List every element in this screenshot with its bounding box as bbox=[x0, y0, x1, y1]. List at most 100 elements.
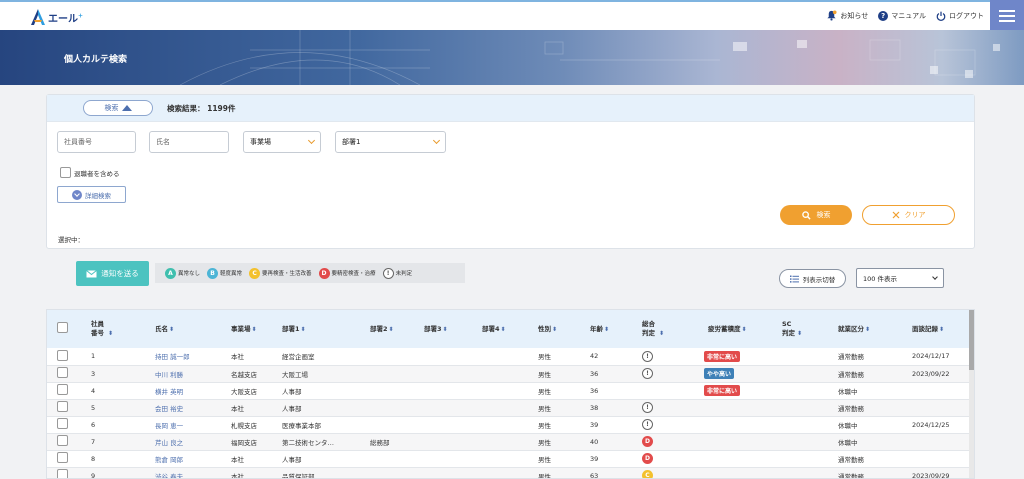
col-name[interactable]: 氏名⬍ bbox=[141, 310, 215, 348]
cell-fatigue: 非常に高い bbox=[700, 382, 782, 400]
include-retired-option[interactable]: 退職者を含める bbox=[60, 167, 120, 178]
employee-name-link[interactable]: 会田 裕史 bbox=[155, 405, 183, 413]
table-row[interactable]: 7 芹山 良之 福岡支店 第二技術センタ… 総務部 男性 40 D 休職中 bbox=[47, 433, 971, 451]
cell-dept1: 人事部 bbox=[278, 399, 366, 417]
col-dept2[interactable]: 部署2⬍ bbox=[366, 310, 424, 348]
search-toggle-button[interactable]: 検索 bbox=[83, 100, 153, 116]
grade-a-icon: A bbox=[165, 267, 176, 279]
cell-gender: 男性 bbox=[538, 416, 590, 434]
selected-label: 選択中： bbox=[58, 236, 84, 244]
dept1-select[interactable]: 部署1 bbox=[335, 131, 446, 153]
send-notification-button[interactable]: 通知を送る bbox=[76, 261, 149, 286]
row-checkbox[interactable] bbox=[56, 384, 68, 395]
hamburger-menu-button[interactable] bbox=[990, 0, 1024, 32]
per-page-value: 100 件表示 bbox=[863, 275, 897, 283]
table-row[interactable]: 3 中川 利勝 名越支店 大阪工場 男性 36! やや高い 通常勤務 2023/09/22 bbox=[47, 365, 971, 383]
mail-icon bbox=[86, 269, 98, 277]
col-overall[interactable]: 総合判定 ⬍ bbox=[642, 310, 700, 348]
employee-name-link[interactable]: 横井 英明 bbox=[155, 388, 183, 396]
select-all-checkbox[interactable] bbox=[56, 322, 68, 334]
logout-link[interactable]: ログアウト bbox=[936, 11, 984, 21]
col-workplace[interactable]: 事業場⬍ bbox=[215, 310, 278, 348]
table-row[interactable]: 8 熊倉 岡郎 本社 人事部 男性 39 D 通常勤務 bbox=[47, 450, 971, 468]
row-checkbox[interactable] bbox=[56, 349, 68, 361]
cell-emp-no: 7 bbox=[77, 433, 141, 451]
cell-sc bbox=[782, 433, 832, 451]
cell-emp-no: 5 bbox=[77, 399, 141, 417]
col-dept1[interactable]: 部署1⬍ bbox=[278, 310, 366, 348]
cell-sc bbox=[782, 416, 832, 434]
col-work-status[interactable]: 就業区分⬍ bbox=[832, 310, 912, 348]
employee-no-input[interactable]: 社員番号 bbox=[57, 131, 136, 153]
cell-workplace: 大阪支店 bbox=[215, 382, 278, 400]
employee-name-link[interactable]: 長岡 恵一 bbox=[155, 422, 183, 430]
cell-emp-no: 4 bbox=[77, 382, 141, 400]
scrollbar-thumb[interactable] bbox=[969, 310, 974, 370]
col-gender[interactable]: 性別⬍ bbox=[538, 310, 590, 348]
detail-search-button[interactable]: 詳細検索 bbox=[57, 186, 126, 203]
row-checkbox[interactable] bbox=[56, 469, 68, 478]
table-row[interactable]: 6 長岡 恵一 札幌支店 医療事業本部 男性 39! 休職中 2024/12/25 bbox=[47, 416, 971, 434]
employee-name-link[interactable]: 芹山 良之 bbox=[155, 439, 183, 447]
sort-icon: ⬍ bbox=[741, 325, 747, 333]
col-dept3[interactable]: 部署3⬍ bbox=[424, 310, 482, 348]
col-emp-no[interactable]: 社員番号 ⬍ bbox=[77, 310, 141, 348]
grade-d-icon: D bbox=[318, 267, 330, 279]
hamburger-line bbox=[999, 15, 1015, 17]
col-fatigue[interactable]: 疲労蓄積度⬍ bbox=[700, 310, 782, 348]
row-checkbox[interactable] bbox=[56, 401, 68, 412]
cell-sc bbox=[782, 348, 832, 366]
manual-link[interactable]: ? マニュアル bbox=[878, 10, 926, 21]
col-sc[interactable]: SC判定 ⬍ bbox=[782, 310, 832, 348]
cell-work-status: 休職中 bbox=[832, 433, 912, 451]
table-row[interactable]: 4 横井 英明 大阪支店 人事部 男性 36 非常に高い 休職中 bbox=[47, 382, 971, 400]
notice-link[interactable]: お知らせ bbox=[826, 10, 868, 21]
row-checkbox[interactable] bbox=[56, 418, 68, 429]
fatigue-badge: やや高い bbox=[704, 368, 735, 379]
logout-label: ログアウト bbox=[949, 11, 984, 20]
employee-name-link[interactable]: 熊倉 岡郎 bbox=[155, 456, 183, 464]
legend-item-b: B 軽度異常 bbox=[207, 267, 242, 279]
cell-workplace: 札幌支店 bbox=[215, 416, 278, 434]
logo-mark-icon bbox=[31, 9, 45, 25]
cell-interview bbox=[912, 450, 971, 468]
row-checkbox[interactable] bbox=[56, 452, 68, 463]
employee-name-link[interactable]: 持田 誠一郎 bbox=[155, 353, 190, 361]
search-button[interactable]: 検索 bbox=[780, 205, 852, 225]
cell-overall bbox=[642, 382, 700, 400]
column-toggle-button[interactable]: 列表示切替 bbox=[779, 269, 846, 288]
employee-name-link[interactable]: 渋谷 春夫 bbox=[155, 473, 183, 479]
workplace-select[interactable]: 事業場 bbox=[243, 131, 321, 153]
table-row[interactable]: 5 会田 裕史 本社 人事部 男性 38! 通常勤務 bbox=[47, 399, 971, 417]
cell-dept1: 人事部 bbox=[278, 382, 366, 400]
legend-label: 要再検査・生活改善 bbox=[262, 271, 312, 277]
col-age[interactable]: 年齢⬍ bbox=[590, 310, 642, 348]
app-logo[interactable]: エール+ bbox=[30, 8, 83, 26]
employee-name-link[interactable]: 中川 利勝 bbox=[155, 371, 183, 379]
chevron-down-icon bbox=[432, 136, 441, 145]
table-row[interactable]: 9 渋谷 春夫 本社 品質保証部 男性 63 C 通常勤務 2023/09/29 bbox=[47, 467, 971, 479]
table-scrollbar[interactable] bbox=[969, 310, 974, 478]
sort-icon: ⬍ bbox=[604, 325, 610, 333]
include-retired-checkbox[interactable] bbox=[60, 167, 71, 178]
per-page-select[interactable]: 100 件表示 bbox=[856, 268, 944, 288]
cell-dept3 bbox=[424, 416, 482, 434]
row-checkbox[interactable] bbox=[56, 435, 68, 446]
clear-button-label: クリア bbox=[904, 211, 926, 219]
row-checkbox[interactable] bbox=[56, 367, 68, 378]
cell-workplace: 福岡支店 bbox=[215, 433, 278, 451]
clear-button[interactable]: クリア bbox=[862, 205, 955, 225]
col-dept4[interactable]: 部署4⬍ bbox=[482, 310, 538, 348]
sort-icon: ⬍ bbox=[442, 325, 448, 333]
cell-dept1: 第二技術センタ… bbox=[278, 433, 366, 451]
col-interview[interactable]: 面談記録⬍ bbox=[912, 310, 971, 348]
col-fatigue-label: 疲労蓄積度 bbox=[708, 324, 741, 333]
name-input[interactable]: 氏名 bbox=[149, 131, 229, 153]
unjudged-icon: ! bbox=[382, 267, 394, 279]
cell-dept4 bbox=[482, 399, 538, 417]
manual-label: マニュアル bbox=[891, 11, 926, 20]
table-row[interactable]: 1 持田 誠一郎 本社 経営企画室 男性 42! 非常に高い 通常勤務 2024/12/17 bbox=[47, 348, 971, 366]
cell-work-status: 休職中 bbox=[832, 382, 912, 400]
page-banner: 個人カルテ検索 bbox=[0, 30, 1024, 85]
cell-dept4 bbox=[482, 348, 538, 366]
